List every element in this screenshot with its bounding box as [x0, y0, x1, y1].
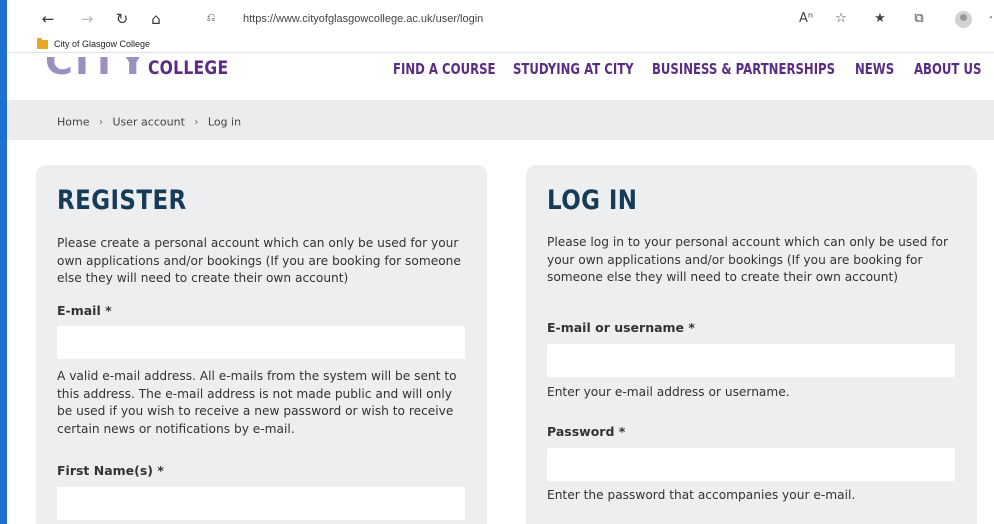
favorites-bar: City of Glasgow College	[7, 37, 994, 53]
breadcrumb-band: Home › User account › Log in	[7, 100, 994, 140]
chevron-right-icon: ›	[194, 116, 199, 128]
breadcrumb-user-account[interactable]: User account	[112, 116, 184, 129]
folder-icon	[37, 38, 48, 49]
register-firstname-input[interactable]	[57, 487, 465, 520]
username-label: E-mail or username *	[547, 320, 695, 335]
favorites-icon[interactable]: ★	[871, 10, 889, 28]
register-panel: REGISTER Please create a personal accoun…	[36, 165, 487, 524]
address-url[interactable]: https://www.cityofglasgowcollege.ac.uk/u…	[243, 13, 483, 25]
nav-studying-at-city[interactable]: STUDYING AT CITY	[513, 60, 634, 78]
email-label: E-mail *	[57, 303, 112, 318]
profile-avatar[interactable]	[955, 11, 972, 28]
breadcrumb-home[interactable]: Home	[57, 116, 89, 129]
forward-arrow-icon[interactable]: →	[77, 9, 97, 29]
logo-city[interactable]: CITY	[45, 57, 140, 77]
register-email-input[interactable]	[57, 326, 465, 359]
nav-find-a-course[interactable]: FIND A COURSE	[393, 60, 496, 78]
logo-college[interactable]: COLLEGE	[148, 57, 228, 79]
login-panel: LOG IN Please log in to your personal ac…	[526, 165, 977, 524]
lock-icon[interactable]: ⎌	[202, 9, 220, 27]
nav-news[interactable]: NEWS	[855, 60, 894, 78]
favorites-item-label[interactable]: City of Glasgow College	[54, 39, 150, 49]
nav-about-us[interactable]: ABOUT US	[914, 60, 981, 78]
firstname-label: First Name(s) *	[57, 463, 164, 478]
password-help-text: Enter the password that accompanies your…	[547, 488, 856, 502]
back-arrow-icon[interactable]: ←	[38, 9, 58, 29]
nav-business-partnerships[interactable]: BUSINESS & PARTNERSHIPS	[652, 60, 835, 78]
register-title: REGISTER	[57, 185, 187, 216]
add-favorite-icon[interactable]: ☆	[832, 10, 850, 28]
browser-toolbar: ← → ↻ ⌂ ⎌ https://www.cityofglasgowcolle…	[7, 0, 994, 37]
refresh-icon[interactable]: ↻	[112, 9, 132, 29]
collections-icon[interactable]: ⧉	[910, 10, 928, 28]
login-intro: Please log in to your personal account w…	[547, 235, 949, 284]
breadcrumb-current: Log in	[207, 115, 242, 129]
window-edge-accent	[0, 0, 7, 524]
username-help-text: Enter your e-mail address or username.	[547, 385, 790, 399]
login-title: LOG IN	[547, 185, 638, 216]
login-username-input[interactable]	[547, 344, 955, 377]
register-intro: Please create a personal account which c…	[57, 236, 461, 285]
login-password-input[interactable]	[547, 448, 955, 481]
chevron-right-icon: ›	[98, 116, 103, 128]
read-aloud-icon[interactable]: Aⁿ	[797, 10, 815, 28]
email-help-text: A valid e-mail address. All e-mails from…	[57, 369, 457, 436]
home-icon[interactable]: ⌂	[146, 9, 166, 29]
breadcrumb: Home › User account › Log in	[57, 115, 241, 129]
site-header: CITY COLLEGE FIND A COURSE STUDYING AT C…	[7, 54, 994, 100]
password-label: Password *	[547, 424, 626, 439]
more-menu-icon[interactable]: ·	[982, 10, 994, 28]
